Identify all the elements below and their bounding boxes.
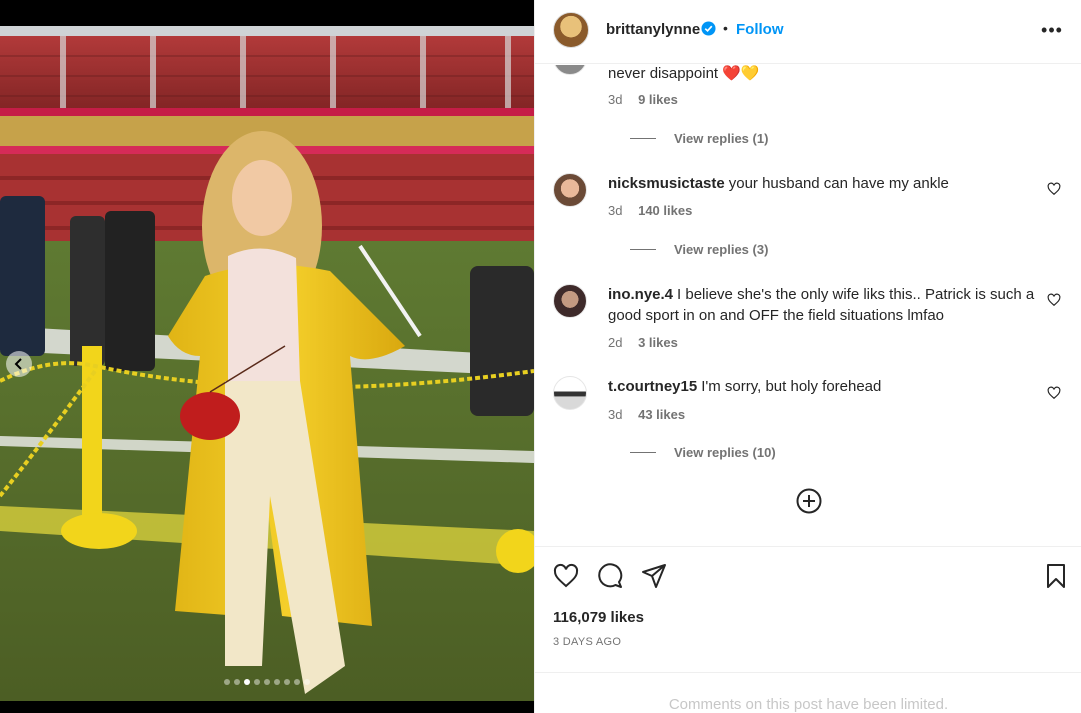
heart-icon[interactable] [1047, 182, 1061, 196]
comment-text: never disappoint ❤️💛 [608, 65, 760, 82]
comment-time: 2d [608, 335, 623, 350]
carousel-dot [254, 679, 260, 685]
carousel-dot [264, 679, 270, 685]
commenter-avatar[interactable] [553, 65, 587, 75]
carousel-dot [284, 679, 290, 685]
comment-item: never disappoint ❤️💛 3d 9 likes View rep… [553, 65, 1073, 151]
comment-text: ino.nye.4 I believe she's the only wife l… [608, 286, 1035, 324]
comment-text: nicksmusictaste your husband can have my … [608, 175, 949, 192]
comment-item: t.courtney15 I'm sorry, but holy forehead… [553, 376, 1073, 466]
like-count[interactable]: 116,079 likes [553, 609, 644, 626]
plus-circle-icon[interactable] [796, 488, 822, 514]
commenter-avatar[interactable] [553, 173, 587, 207]
view-replies-label: View replies (1) [674, 131, 769, 146]
heart-emoji: ❤️💛 [722, 65, 760, 82]
commenter-avatar[interactable] [553, 376, 587, 410]
post-timestamp: 3 DAYS AGO [553, 636, 622, 648]
commenter-username[interactable]: nicksmusictaste [608, 175, 725, 192]
carousel-dot [224, 679, 230, 685]
comment-likes[interactable]: 3 likes [638, 335, 678, 350]
comment-time: 3d [608, 203, 623, 218]
comment-time: 3d [608, 407, 623, 422]
carousel-dot [274, 679, 280, 685]
comment-meta: 3d 9 likes [608, 92, 690, 107]
stadium-photo [0, 26, 534, 701]
heart-icon[interactable] [1047, 386, 1061, 400]
commenter-username[interactable]: t.courtney15 [608, 378, 697, 395]
post-media [0, 0, 534, 713]
share-icon[interactable] [641, 563, 667, 589]
view-replies-button[interactable]: View replies (3) [630, 242, 768, 257]
comment-meta: 3d 140 likes [608, 203, 704, 218]
heart-icon[interactable] [1047, 293, 1061, 307]
comment-likes[interactable]: 43 likes [638, 407, 685, 422]
post-sidebar: brittanylynne • Follow ••• never disappo… [534, 0, 1081, 713]
header-separator: • [723, 20, 728, 36]
view-replies-button[interactable]: View replies (1) [630, 131, 768, 146]
carousel-indicator [0, 679, 534, 685]
commenter-username[interactable]: ino.nye.4 [608, 286, 673, 303]
comments-list[interactable]: never disappoint ❤️💛 3d 9 likes View rep… [535, 65, 1081, 546]
carousel-dot [304, 679, 310, 685]
follow-button[interactable]: Follow [736, 21, 784, 38]
chevron-left-icon [14, 358, 22, 370]
commenter-avatar[interactable] [553, 284, 587, 318]
replies-divider [630, 249, 656, 250]
comment-time: 3d [608, 92, 623, 107]
more-options-icon[interactable]: ••• [1040, 18, 1064, 42]
comment-item: ino.nye.4 I believe she's the only wife l… [553, 284, 1073, 354]
post-actions: 116,079 likes 3 DAYS AGO [535, 546, 1081, 672]
replies-divider [630, 138, 656, 139]
comment-likes[interactable]: 140 likes [638, 203, 692, 218]
comment-meta: 2d 3 likes [608, 335, 690, 350]
verified-badge-icon [701, 21, 716, 36]
comment-icon[interactable] [597, 563, 623, 589]
comments-limited-notice: Comments on this post have been limited. [535, 672, 1081, 713]
comment-text: t.courtney15 I'm sorry, but holy forehead [608, 378, 882, 395]
comments-limited-text: Comments on this post have been limited. [668, 696, 949, 713]
post-photo[interactable] [0, 26, 534, 701]
carousel-dot [244, 679, 250, 685]
view-replies-button[interactable]: View replies (10) [630, 445, 776, 460]
replies-divider [630, 452, 656, 453]
post-header: brittanylynne • Follow ••• [535, 0, 1081, 64]
comment-likes[interactable]: 9 likes [638, 92, 678, 107]
heart-icon[interactable] [553, 563, 579, 589]
comment-meta: 3d 43 likes [608, 407, 697, 422]
carousel-dot [294, 679, 300, 685]
view-replies-label: View replies (10) [674, 445, 776, 460]
view-replies-label: View replies (3) [674, 242, 769, 257]
author-avatar[interactable] [553, 12, 589, 48]
author-username[interactable]: brittanylynne [606, 21, 700, 38]
bookmark-icon[interactable] [1043, 563, 1069, 589]
carousel-prev-button[interactable] [6, 351, 32, 377]
comment-item: nicksmusictaste your husband can have my … [553, 173, 1073, 263]
carousel-dot [234, 679, 240, 685]
